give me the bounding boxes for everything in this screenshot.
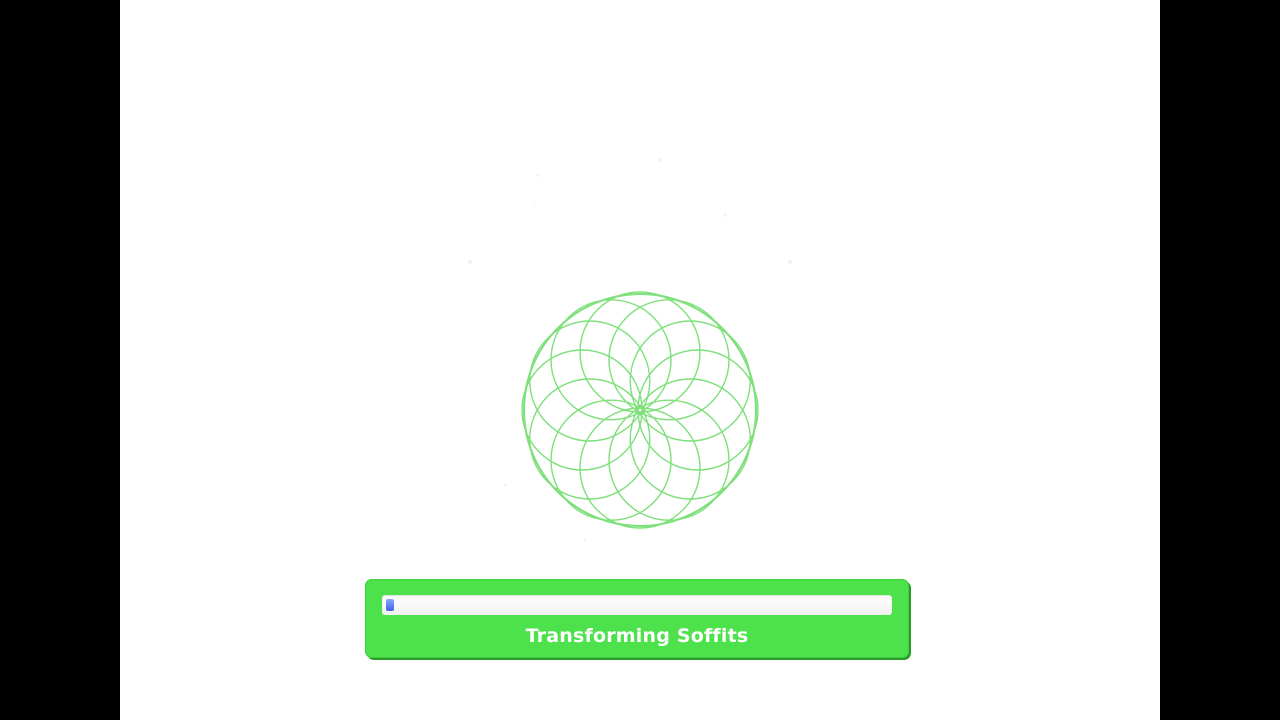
spirograph-loop [608,299,730,421]
progress-bar-fill [386,599,394,611]
spirograph-loop [550,299,672,421]
loading-status-text: Transforming Soffits [525,625,749,647]
letterbox-right [1160,0,1280,720]
progress-bar [382,595,892,615]
game-viewport: Transforming Soffits [120,0,1160,720]
letterbox-left [0,0,120,720]
spirograph-loop [529,320,651,442]
spirograph-loop [629,320,751,442]
game-loading-screen: Transforming Soffits [0,0,1280,720]
spirograph-icon [521,291,759,529]
loading-panel: Transforming Soffits [365,579,909,658]
